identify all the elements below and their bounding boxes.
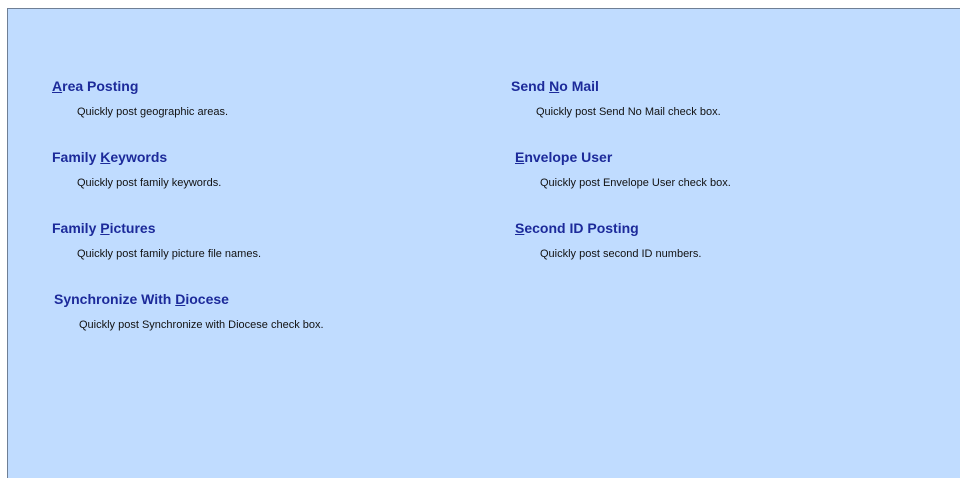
area-posting-link[interactable]: Area Posting: [52, 77, 138, 95]
second-id-posting-accelerator: S: [515, 220, 525, 236]
family-keywords-label-prefix: Family: [52, 149, 101, 165]
second-id-posting-label-suffix: econd ID Posting: [524, 220, 639, 236]
family-pictures-link[interactable]: Family Pictures: [52, 219, 156, 237]
synchronize-with-diocese-option: Synchronize With Diocese Quickly post Sy…: [54, 290, 324, 332]
second-id-posting-link[interactable]: Second ID Posting: [515, 219, 639, 237]
second-id-posting-option: Second ID Posting Quickly post second ID…: [515, 219, 701, 261]
envelope-user-link[interactable]: Envelope User: [515, 148, 612, 166]
synchronize-with-diocese-label-suffix: iocese: [185, 291, 229, 307]
send-no-mail-label-suffix: o Mail: [559, 78, 599, 94]
options-panel: Area Posting Quickly post geographic are…: [7, 8, 960, 478]
synchronize-with-diocese-label-prefix: Synchronize With: [54, 291, 176, 307]
family-keywords-option: Family Keywords Quickly post family keyw…: [52, 148, 221, 190]
family-pictures-description: Quickly post family picture file names.: [77, 248, 262, 260]
area-posting-accelerator: A: [52, 78, 63, 94]
second-id-posting-description: Quickly post second ID numbers.: [540, 248, 702, 260]
send-no-mail-label-prefix: Send: [511, 78, 550, 94]
send-no-mail-description: Quickly post Send No Mail check box.: [536, 106, 721, 118]
area-posting-description: Quickly post geographic areas.: [77, 106, 229, 118]
send-no-mail-option: Send No Mail Quickly post Send No Mail c…: [511, 77, 721, 119]
synchronize-with-diocese-description: Quickly post Synchronize with Diocese ch…: [79, 319, 324, 331]
family-pictures-label-prefix: Family: [52, 220, 101, 236]
envelope-user-option: Envelope User Quickly post Envelope User…: [515, 148, 731, 190]
synchronize-with-diocese-link[interactable]: Synchronize With Diocese: [54, 290, 229, 308]
area-posting-option: Area Posting Quickly post geographic are…: [52, 77, 228, 119]
family-keywords-description: Quickly post family keywords.: [77, 177, 222, 189]
family-keywords-link[interactable]: Family Keywords: [52, 148, 167, 166]
envelope-user-accelerator: E: [515, 149, 525, 165]
synchronize-with-diocese-accelerator: D: [175, 291, 186, 307]
family-pictures-option: Family Pictures Quickly post family pict…: [52, 219, 261, 261]
envelope-user-label-suffix: nvelope User: [524, 149, 613, 165]
send-no-mail-accelerator: N: [549, 78, 560, 94]
family-pictures-label-suffix: ictures: [109, 220, 156, 236]
family-pictures-accelerator: P: [100, 220, 110, 236]
area-posting-label-suffix: rea Posting: [62, 78, 139, 94]
envelope-user-description: Quickly post Envelope User check box.: [540, 177, 731, 189]
family-keywords-label-suffix: eywords: [110, 149, 168, 165]
family-keywords-accelerator: K: [100, 149, 111, 165]
send-no-mail-link[interactable]: Send No Mail: [511, 77, 599, 95]
